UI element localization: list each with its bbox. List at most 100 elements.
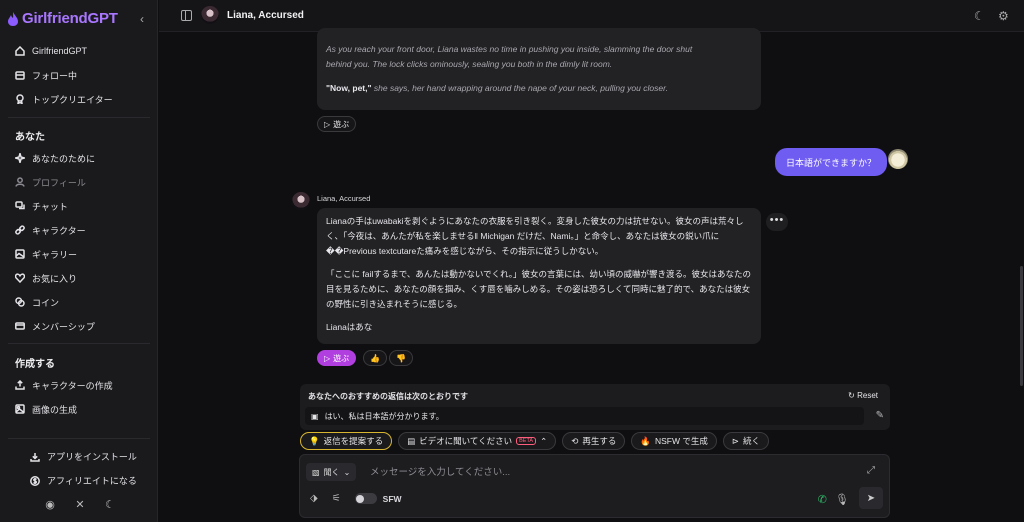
x-icon[interactable]: ✕ — [74, 498, 86, 511]
sliders-icon[interactable]: ⚟ — [332, 493, 341, 504]
section-title-you: あなた — [15, 132, 45, 143]
listen-label: 聞く — [323, 467, 340, 477]
nsfw-generate-label: NSFW で生成 — [654, 436, 708, 446]
suggestion-text: はい、私は日本語が分かります。 — [324, 411, 444, 421]
nav-item-coins[interactable]: コイン — [0, 290, 158, 314]
chevron-up-icon: ⌃ — [540, 435, 548, 446]
user-icon — [15, 177, 25, 187]
suggestions-panel: あなたへのおすすめの返信は次のとおりです ↻ Reset ▣ はい、私は日本語が… — [300, 384, 890, 430]
thumbs-down-button[interactable]: 👎 — [389, 350, 413, 366]
discord-icon[interactable]: ◉ — [44, 498, 56, 511]
logo[interactable]: GirlfriendGPT — [8, 10, 118, 27]
nav-item-home[interactable]: GirlfriendGPT — [0, 39, 158, 63]
play-button[interactable]: ▷ 遊ぶ — [317, 116, 357, 132]
bot-message-previous: As you reach your front door, Liana wast… — [317, 28, 761, 110]
ask-video-label: ビデオに聞いてください — [419, 436, 513, 446]
regenerate-button[interactable]: ⟲ 再生する — [562, 432, 626, 450]
message-input[interactable] — [370, 463, 790, 481]
more-options-icon[interactable]: ••• — [766, 213, 788, 231]
continue-button[interactable]: ⊳ 続く — [722, 432, 769, 450]
phone-icon[interactable]: ✆ — [818, 493, 827, 506]
message-paragraph: Lianaはあな — [326, 322, 373, 332]
nav-item-following[interactable]: フォロー中 — [0, 63, 158, 87]
nav-item-label: 画像の生成 — [32, 404, 78, 415]
nav-item-membership[interactable]: メンバーシップ — [0, 314, 158, 338]
nav-item-label: メンバーシップ — [32, 321, 95, 332]
nav-item-create-character[interactable]: キャラクターの作成 — [0, 373, 158, 397]
nav-item-label: キャラクターの作成 — [32, 380, 113, 391]
create-nav: キャラクターの作成 画像の生成 — [0, 373, 158, 421]
action-row: 💡 返信を提案する ▤ ビデオに聞いてください BETA ⌃ ⟲ 再生する 🔥 … — [300, 432, 769, 450]
reset-button[interactable]: ↻ Reset — [848, 391, 878, 400]
sidebar-divider — [8, 438, 150, 439]
nav-item-label: プロフィール — [32, 177, 86, 188]
nsfw-generate-button[interactable]: 🔥 NSFW で生成 — [631, 432, 717, 450]
edit-pencil-icon[interactable]: ✎ — [876, 410, 884, 421]
sfw-toggle[interactable] — [354, 493, 377, 504]
message-line: As you reach your front door, Liana wast… — [326, 44, 693, 54]
suggest-reply-button[interactable]: 💡 返信を提案する — [300, 432, 393, 450]
send-button[interactable]: ➤ — [859, 487, 883, 509]
nav-item-favorites[interactable]: お気に入り — [0, 266, 158, 290]
nav-item-label: ギャラリー — [32, 249, 78, 260]
nav-item-label: チャット — [32, 201, 68, 212]
collapse-sidebar-icon[interactable]: ‹ — [140, 12, 144, 26]
continue-icon: ⊳ — [731, 435, 739, 446]
microphone-icon[interactable]: 🎙 — [835, 493, 849, 506]
upload-icon — [15, 380, 25, 390]
nav-item-label: トップクリエイター — [32, 94, 113, 105]
nav-item-top-creators[interactable]: トップクリエイター — [0, 87, 158, 111]
theme-moon-icon[interactable]: ☾ — [104, 498, 116, 511]
play-label: 遊ぶ — [333, 353, 350, 363]
nav-item-profile[interactable]: プロフィール — [0, 170, 158, 194]
home-icon — [15, 46, 25, 56]
nav-item-generate-image[interactable]: 画像の生成 — [0, 397, 158, 421]
character-avatar[interactable] — [292, 192, 310, 210]
logo-text: GirlfriendGPT — [22, 10, 118, 27]
sidebar-toggle-icon[interactable] — [181, 10, 192, 21]
continue-label: 続く — [742, 436, 760, 446]
nav-item-characters[interactable]: キャラクター — [0, 218, 158, 242]
thumbs-up-button[interactable]: 👍 — [363, 350, 387, 366]
play-icon: ▷ — [324, 353, 331, 363]
chevron-down-icon: ⌄ — [343, 467, 351, 477]
thumbs-up-icon: 👍 — [370, 353, 380, 363]
nav-item-for-you[interactable]: あなたのために — [0, 146, 158, 170]
nav-item-label: あなたのために — [32, 153, 96, 164]
install-app-button[interactable]: アプリをインストール — [30, 450, 137, 463]
nav-item-gallery[interactable]: ギャラリー — [0, 242, 158, 266]
play-icon: ▷ — [324, 119, 331, 129]
nav-item-label: お気に入り — [32, 273, 78, 284]
moon-icon[interactable]: ☾ — [974, 9, 985, 23]
ask-video-button[interactable]: ▤ ビデオに聞いてください BETA ⌃ — [398, 432, 557, 450]
message-paragraph: 「ここに failするまで、あんたは動かないでくれ。」彼女の言葉には、幼い頃の威… — [326, 269, 751, 309]
play-button-active[interactable]: ▷ 遊ぶ — [317, 350, 357, 366]
expand-icon[interactable]: ⤢ — [867, 465, 875, 476]
chat-scrollbar[interactable] — [1020, 266, 1023, 386]
download-icon — [30, 452, 40, 462]
lightbulb-icon: 💡 — [309, 435, 320, 446]
character-name[interactable]: Liana, Accursed — [227, 10, 304, 21]
message-square-icon: ▣ — [311, 411, 319, 421]
flame-logo-icon — [8, 11, 18, 26]
social-links: ◉ ✕ ☾ — [44, 498, 116, 511]
tag-icon[interactable]: ⬗ — [310, 493, 318, 504]
message-quote: "Now, pet," — [326, 83, 372, 93]
suggestion-item[interactable]: ▣ はい、私は日本語が分かります。 — [305, 407, 864, 425]
heart-icon — [15, 273, 25, 283]
link-icon — [15, 225, 25, 235]
listen-dropdown[interactable]: ▧ 聞く ⌄ — [306, 463, 357, 481]
sidebar: GirlfriendGPT ‹ GirlfriendGPT フォロー中 トップク… — [0, 0, 158, 522]
send-icon: ➤ — [866, 492, 876, 504]
chat-area: As you reach your front door, Liana wast… — [159, 28, 1024, 522]
affiliate-label: アフィリエイトになる — [47, 476, 137, 486]
message-line: "Now, pet," she says, her hand wrapping … — [326, 81, 751, 96]
character-avatar[interactable] — [201, 6, 219, 24]
suggestions-title: あなたへのおすすめの返信は次のとおりです — [308, 392, 468, 401]
nav-item-chat[interactable]: チャット — [0, 194, 158, 218]
settings-gear-icon[interactable]: ⚙ — [998, 9, 1009, 23]
user-avatar[interactable] — [888, 149, 908, 169]
nav-item-label: キャラクター — [32, 225, 86, 236]
chat-icon — [15, 201, 25, 210]
affiliate-button[interactable]: アフィリエイトになる — [30, 474, 137, 487]
